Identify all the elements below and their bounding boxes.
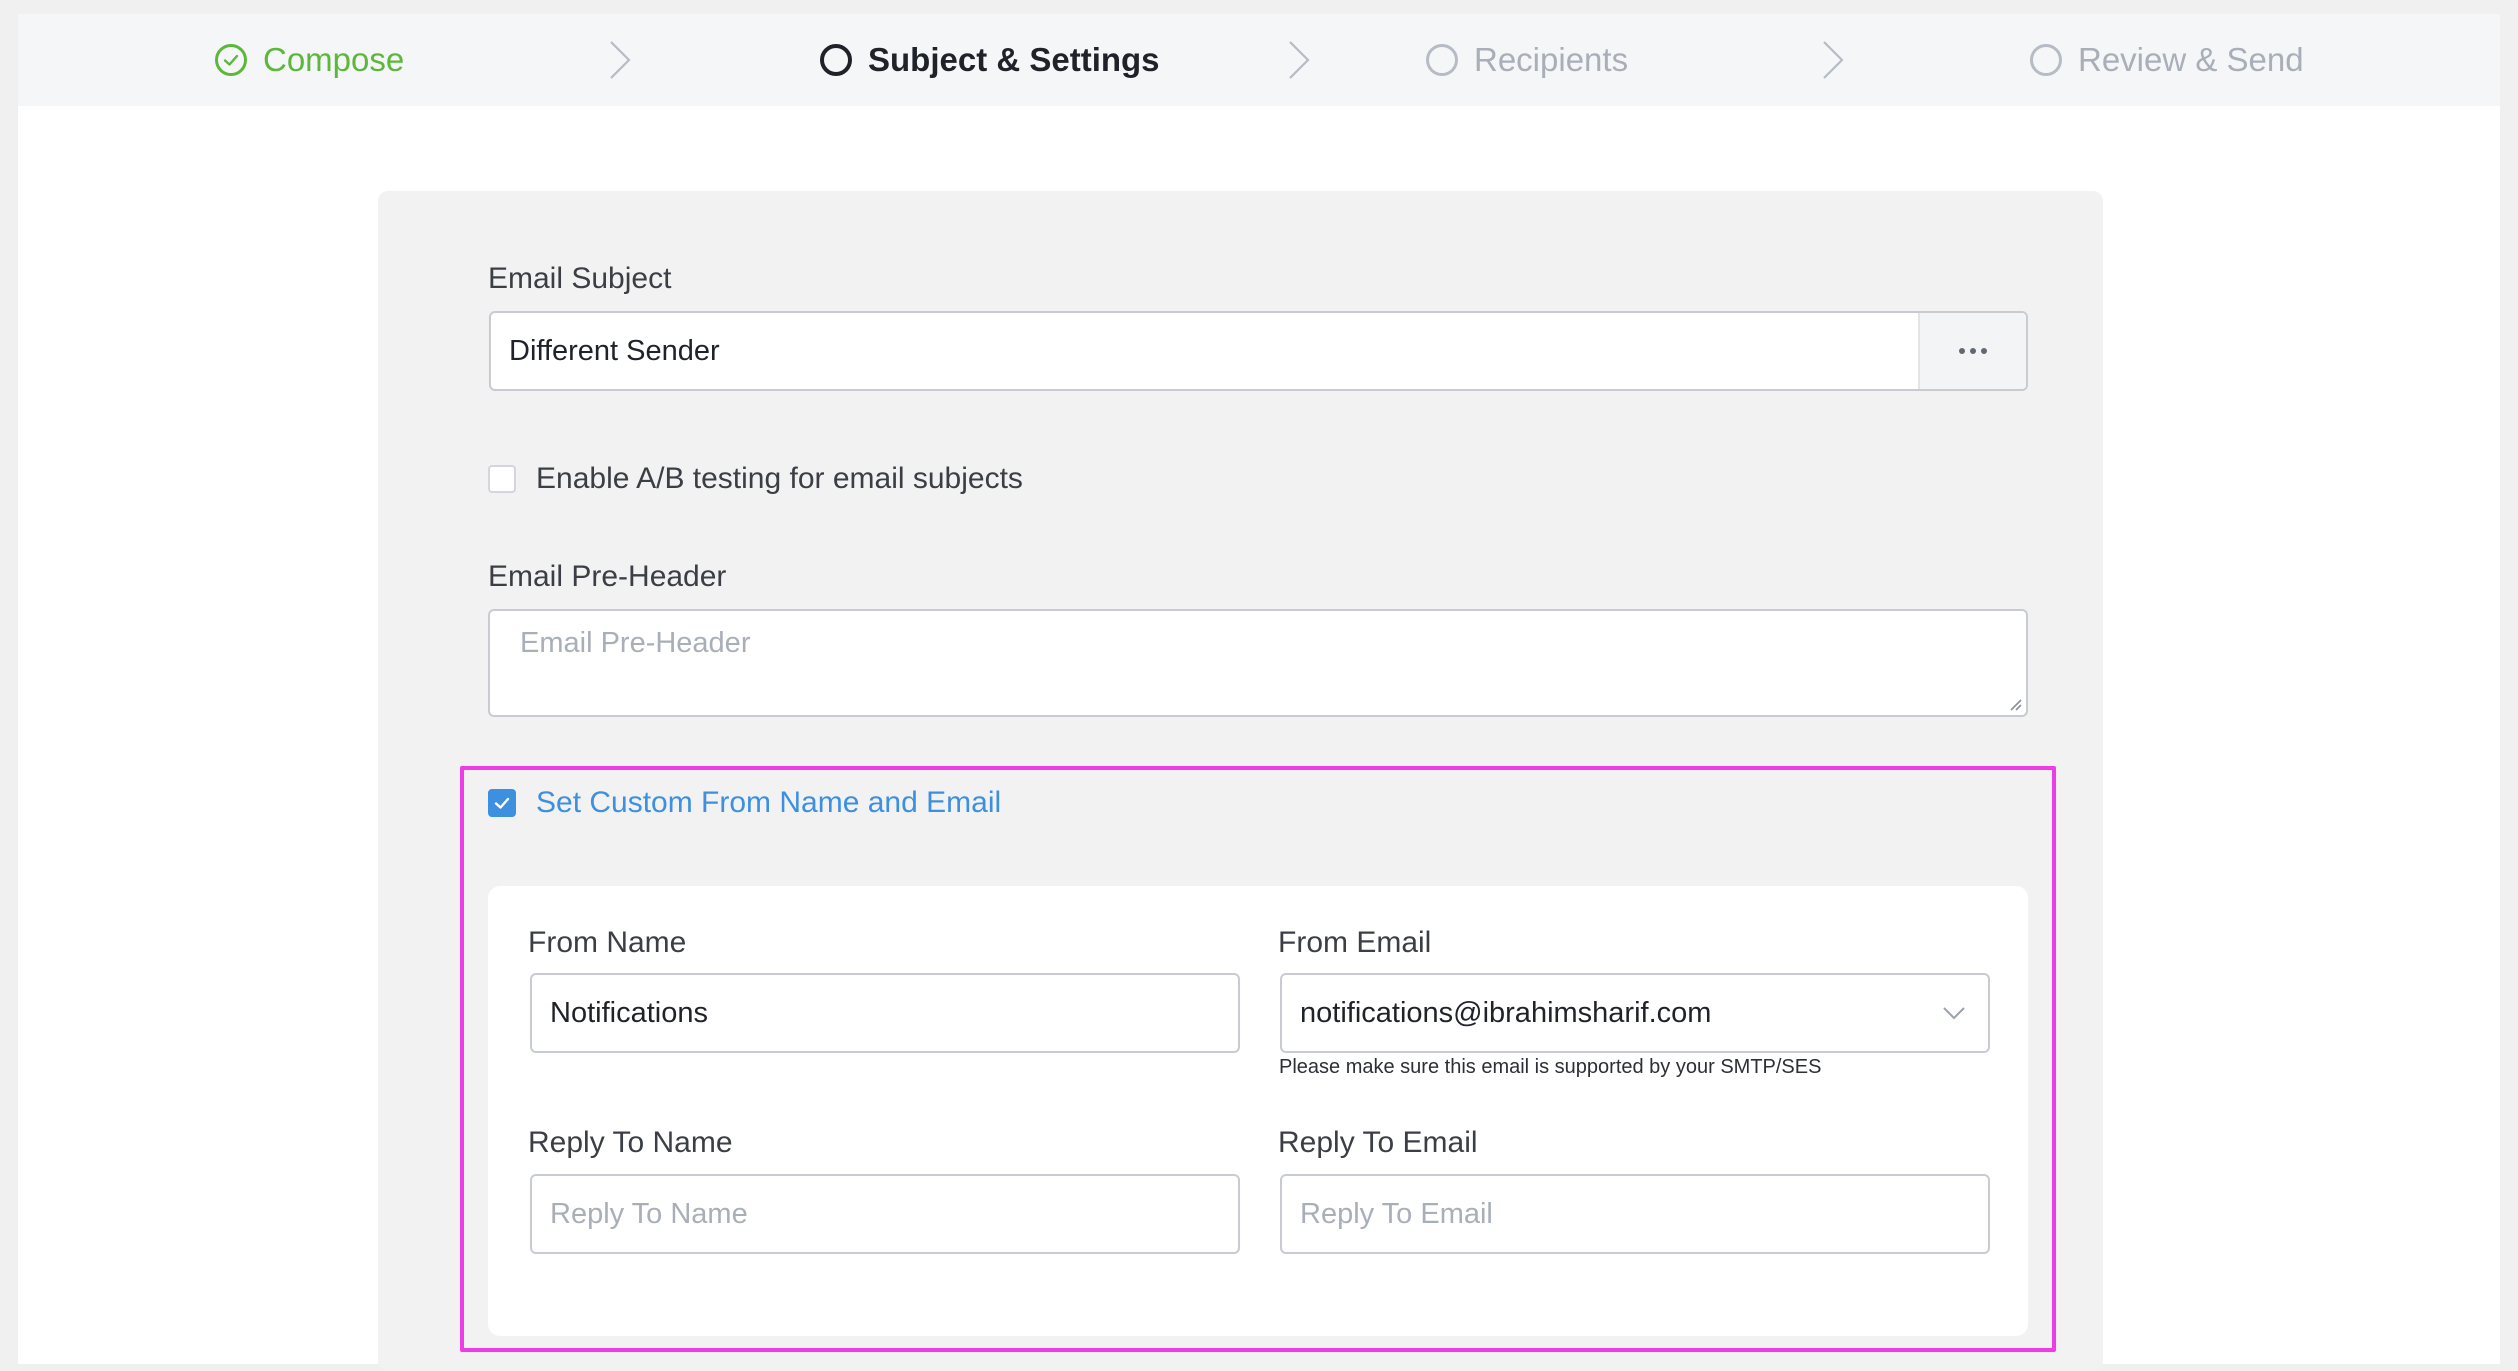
step-label: Subject & Settings	[868, 41, 1160, 78]
email-subject-label: Email Subject	[488, 262, 672, 295]
reply-name-label: Reply To Name	[528, 1126, 733, 1159]
from-name-label: From Name	[528, 926, 687, 959]
checkmark-icon	[494, 797, 510, 809]
from-name-input[interactable]: Notifications	[530, 973, 1240, 1053]
subject-options-button[interactable]	[1918, 313, 2026, 389]
from-email-label: From Email	[1278, 926, 1432, 959]
step-review-send[interactable]: Review & Send	[2030, 14, 2304, 106]
custom-from-checkbox[interactable]	[488, 789, 516, 817]
step-subject-settings[interactable]: Subject & Settings	[820, 14, 1160, 106]
step-label: Review & Send	[2078, 41, 2304, 78]
ab-testing-checkbox[interactable]	[488, 465, 516, 493]
chevron-right-icon	[1818, 38, 1848, 82]
step-recipients[interactable]: Recipients	[1426, 14, 1628, 106]
from-email-value: notifications@ibrahimsharif.com	[1300, 996, 1712, 1029]
circle-icon	[2030, 44, 2062, 76]
check-circle-icon	[215, 44, 247, 76]
resize-handle-icon[interactable]	[2006, 695, 2022, 711]
chevron-right-icon	[605, 38, 635, 82]
email-subject-input[interactable]: Different Sender	[489, 311, 2028, 391]
chevron-right-icon	[1284, 38, 1314, 82]
preheader-placeholder: Email Pre-Header	[520, 627, 751, 659]
reply-email-input[interactable]: Reply To Email	[1280, 1174, 1990, 1254]
preheader-textarea[interactable]: Email Pre-Header	[488, 609, 2028, 717]
from-email-select[interactable]: notifications@ibrahimsharif.com	[1280, 973, 1990, 1053]
step-compose[interactable]: Compose	[215, 14, 404, 106]
step-label: Compose	[263, 41, 405, 78]
custom-from-label[interactable]: Set Custom From Name and Email	[536, 786, 1001, 820]
reply-name-placeholder: Reply To Name	[550, 1197, 748, 1230]
circle-icon	[1426, 44, 1458, 76]
more-horizontal-icon	[1959, 348, 1987, 354]
ab-testing-label[interactable]: Enable A/B testing for email subjects	[536, 462, 1023, 496]
chevron-down-icon	[1943, 1007, 1965, 1020]
stepper: Compose Subject & Settings Recipients Re…	[18, 14, 2500, 106]
reply-email-label: Reply To Email	[1278, 1126, 1478, 1159]
reply-email-placeholder: Reply To Email	[1300, 1197, 1493, 1230]
circle-icon	[820, 44, 852, 76]
step-label: Recipients	[1474, 41, 1629, 78]
preheader-label: Email Pre-Header	[488, 560, 727, 593]
custom-from-panel	[488, 886, 2028, 1336]
reply-name-input[interactable]: Reply To Name	[530, 1174, 1240, 1254]
from-name-value: Notifications	[550, 996, 708, 1029]
from-email-help: Please make sure this email is supported…	[1279, 1056, 1822, 1078]
email-subject-value: Different Sender	[509, 334, 720, 367]
